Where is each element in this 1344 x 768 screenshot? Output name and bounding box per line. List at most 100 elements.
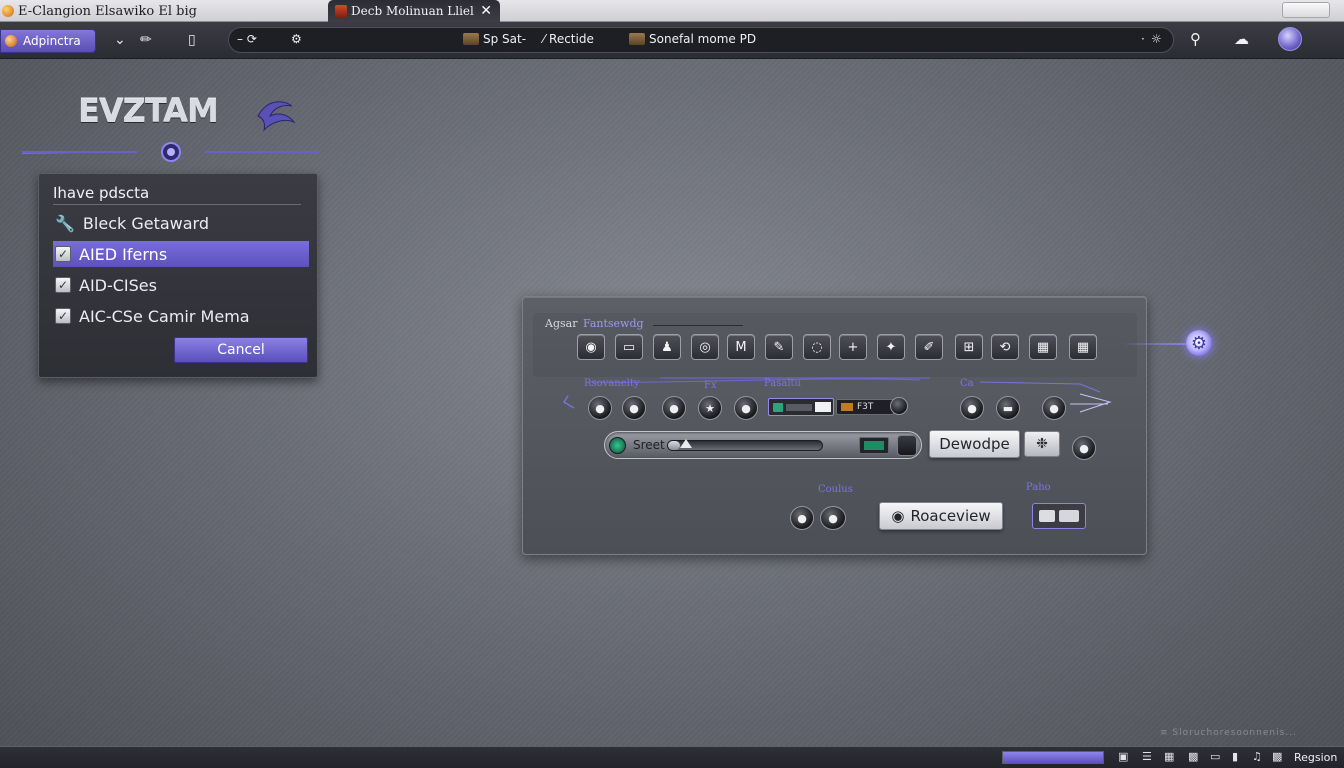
notification-icon[interactable]: ▩ [1272,750,1282,763]
knob-4[interactable]: ★ [698,396,722,420]
tool-button-2[interactable]: ▭ [615,334,643,360]
window-icon[interactable]: ▭ [1210,750,1220,763]
header-divider [653,325,743,326]
status-progress-fill [1003,752,1103,763]
tab-active[interactable]: Decb Molinuan Lliel ✕ [328,0,500,22]
brush-icon[interactable]: ✏ [140,31,152,49]
speed-slider[interactable]: Sreet [604,431,922,459]
volume-icon[interactable]: ♫ [1252,750,1262,763]
cancel-button[interactable]: Cancel [174,337,308,363]
checkbox-icon[interactable]: ✓ [55,246,71,262]
knob-5[interactable]: ● [734,396,758,420]
menu-title: Ihave pdscta [53,184,150,202]
level-display [768,398,834,416]
slider-thumb[interactable] [680,439,692,448]
annotation-label-5: Coulus [818,484,853,495]
address-item-3[interactable]: Sonefal mome PD [629,32,756,46]
list-icon[interactable]: ☰ [1142,750,1152,763]
cloud-icon[interactable]: ☁ [1234,30,1249,48]
document-icon [335,4,347,18]
brand-logo: EVZTAM [78,92,219,130]
shield-icon[interactable]: ▣ [1118,750,1128,763]
tab-close-icon[interactable]: ✕ [480,3,492,19]
brand-swoosh-icon [257,101,296,132]
knob-10[interactable]: ● [790,506,814,530]
watermark-text: ≡ Sloruchoresoonnenis... [1160,728,1297,738]
knob-8[interactable]: ● [1042,396,1066,420]
tool-button-13[interactable]: ▦ [1029,334,1057,360]
app-menu-label: Adpinctra [23,34,81,48]
menu-item-aid-cises[interactable]: ✓ AID-CISes [53,272,309,298]
folder-icon [629,33,645,45]
status-led [773,403,783,412]
page-icon[interactable]: ▯ [188,31,196,49]
knob-11[interactable]: ● [820,506,846,530]
knob-9[interactable]: ● [1072,436,1096,460]
title-bar: E-Clangion Elsawiko El big Decb Molinuan… [0,0,1344,22]
menu-panel: Ihave pdscta 🔧 Bleck Getaward ✓ AIED Ife… [38,173,318,378]
tool-button-11[interactable]: ⊞ [955,334,983,360]
slider-end-cap[interactable] [897,435,917,456]
toolbar: Adpinctra ⌄ ✏ ▯ – ⟳ ⚙ Sp Sat- ⁄ Rectide … [0,22,1344,59]
tool-button-6[interactable]: ✎ [765,334,793,360]
slider-fill [668,441,680,450]
app-title: E-Clangion Elsawiko El big [2,2,197,20]
tool-button-1[interactable]: ◉ [577,334,605,360]
search-icon[interactable]: ⚲ [1190,30,1201,48]
knob-small[interactable] [890,397,908,415]
annotation-label-4: Ca [960,378,974,389]
amber-led [841,403,853,411]
chevron-down-icon[interactable]: ⌄ [114,31,126,49]
app-menu-button[interactable]: Adpinctra [0,29,96,53]
address-bar[interactable]: – ⟳ ⚙ Sp Sat- ⁄ Rectide Sonefal mome PD … [228,27,1174,53]
tool-button-3[interactable]: ♟ [653,334,681,360]
folder-icon [463,33,479,45]
network-icon[interactable]: ▩ [1188,750,1198,763]
status-progress-bar [1002,751,1104,764]
toggle-right [1059,510,1079,522]
control-panel-header: Agsar Fantsewdg [545,317,644,330]
tool-button-12[interactable]: ⟲ [991,334,1019,360]
knob-2[interactable]: ● [622,396,646,420]
address-item-2[interactable]: ⁄ Rectide [543,32,594,46]
slider-track[interactable] [667,439,823,451]
window-control-button[interactable] [1282,2,1330,18]
menu-item-aied-iferns[interactable]: ✓ AIED Iferns [53,241,309,267]
checkbox-icon[interactable]: ✓ [55,277,71,293]
toggle-left [1039,510,1055,522]
sparkle-button[interactable]: ❉ [1024,431,1060,457]
signal-icon[interactable]: ▦ [1164,750,1174,763]
tool-button-8[interactable]: + [839,334,867,360]
tool-button-10[interactable]: ✐ [915,334,943,360]
knob-3[interactable]: ● [662,396,686,420]
menu-item-aic-cse-camir-mema[interactable]: ✓ AIC-CSe Camir Mema [53,303,309,329]
menu-item-bleck-getaward[interactable]: 🔧 Bleck Getaward [53,210,309,236]
checkbox-icon[interactable]: ✓ [55,308,71,324]
gear-icon[interactable]: ⚙ [1186,330,1212,356]
settings-icon[interactable]: ⚙ [291,32,302,46]
tool-button-14[interactable]: ▦ [1069,334,1097,360]
wrench-icon: 🔧 [55,213,75,233]
globe-icon[interactable] [1278,27,1302,51]
tool-button-5[interactable]: M [727,334,755,360]
annotation-label-2: Fx [704,380,717,391]
tool-button-4[interactable]: ◎ [691,334,719,360]
power-led-icon [609,437,626,454]
knob-1[interactable]: ● [588,396,612,420]
refresh-icon[interactable]: ☼ [1151,32,1162,46]
tool-button-7[interactable]: ◌ [803,334,831,360]
app-orb-icon [5,35,17,47]
knob-6[interactable]: ● [960,396,984,420]
minimize-icon[interactable]: – ⟳ [237,32,257,46]
annotation-label-6: Paho [1026,482,1051,493]
level-bar [786,404,812,411]
folder-small-icon[interactable]: ▮ [1232,750,1238,763]
develop-button[interactable]: Dewodpe [929,430,1020,458]
toggle-switch[interactable] [1032,503,1086,529]
address-item-1[interactable]: Sp Sat- [463,32,526,46]
brand-divider [22,142,320,162]
preview-button[interactable]: ◉ Roaceview [879,502,1003,530]
tool-button-9[interactable]: ✦ [877,334,905,360]
preview-icon: ◉ [891,507,905,525]
knob-7[interactable]: ▬ [996,396,1020,420]
